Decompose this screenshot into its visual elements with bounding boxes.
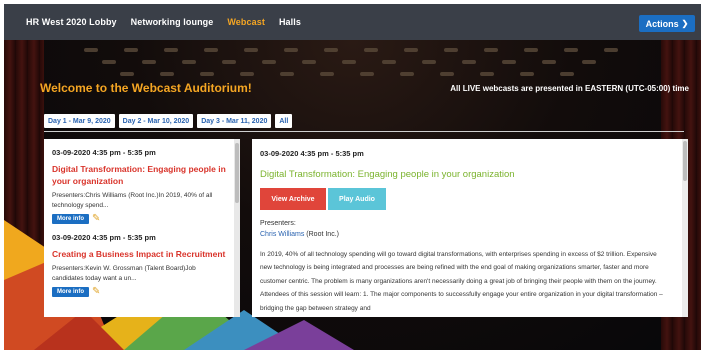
ceiling-light (342, 60, 356, 64)
tab-day-3[interactable]: Day 3 - Mar 11, 2020 (197, 114, 272, 128)
session-title[interactable]: Digital Transformation: Engaging people … (52, 163, 226, 187)
ceiling-light (502, 60, 516, 64)
live-timezone-note: All LIVE webcasts are presented in EASTE… (450, 84, 689, 93)
session-detail: 03-09-2020 4:35 pm - 5:35 pm Digital Tra… (252, 139, 688, 317)
session-actions: More info ✎ (52, 287, 226, 297)
scrollbar-thumb[interactable] (235, 143, 239, 203)
divider (44, 131, 684, 132)
session-time: 03-09-2020 4:35 pm - 5:35 pm (52, 148, 156, 157)
ceiling-light (604, 48, 618, 52)
day-tabs: Day 1 - Mar 9, 2020 Day 2 - Mar 10, 2020… (44, 114, 293, 128)
nav-item-lobby[interactable]: HR West 2020 Lobby (26, 17, 117, 27)
ceiling-light (564, 48, 578, 52)
ceiling-light (302, 60, 316, 64)
actions-button[interactable]: Actions ❯ (639, 15, 695, 32)
ceiling-light (164, 48, 178, 52)
ceiling-light (444, 48, 458, 52)
scrollbar[interactable] (234, 139, 240, 317)
ceiling-light (320, 72, 334, 76)
ceiling-light (124, 48, 138, 52)
ceiling-light (524, 48, 538, 52)
more-info-button[interactable]: More info (52, 287, 89, 297)
ceiling-light (484, 48, 498, 52)
session-description: Presenters:Chris Williams (Root Inc.)In … (52, 192, 213, 209)
ceiling-light (542, 60, 556, 64)
nav-item-halls[interactable]: Halls (279, 17, 301, 27)
ceiling-light (262, 60, 276, 64)
scrollbar[interactable] (682, 139, 688, 317)
ceiling-light (160, 72, 174, 76)
ceiling-light (120, 72, 134, 76)
nav-item-webcast[interactable]: Webcast (227, 17, 265, 27)
ceiling-light (240, 72, 254, 76)
detail-actions: View Archive Play Audio (260, 188, 674, 210)
ceiling-light (364, 48, 378, 52)
tab-day-2[interactable]: Day 2 - Mar 10, 2020 (118, 114, 194, 128)
scrollbar-thumb[interactable] (683, 141, 687, 181)
ceiling-light (520, 72, 534, 76)
session-title[interactable]: Creating a Business Impact in Recruitmen… (52, 248, 226, 260)
session-list[interactable]: 03-09-2020 4:35 pm - 5:35 pm Digital Tra… (44, 139, 240, 317)
ceiling-light (582, 60, 596, 64)
detail-description: In 2019, 40% of all technology spending … (260, 251, 663, 312)
auditorium-stage: Welcome to the Webcast Auditorium! All L… (4, 40, 701, 350)
play-audio-button[interactable]: Play Audio (328, 188, 386, 210)
pencil-icon[interactable]: ✎ (92, 287, 100, 297)
list-item[interactable]: 03-09-2020 4:35 pm - 5:35 pm Creating a … (44, 233, 240, 297)
ceiling-light (280, 72, 294, 76)
ceiling-light (404, 48, 418, 52)
ceiling-light (422, 60, 436, 64)
welcome-heading: Welcome to the Webcast Auditorium! (40, 81, 252, 95)
ceiling-light (560, 72, 574, 76)
more-info-button[interactable]: More info (52, 214, 89, 224)
chevron-down-icon: ❯ (681, 19, 689, 28)
ceiling-light (102, 60, 116, 64)
top-navigation: HR West 2020 Lobby Networking lounge Web… (4, 4, 701, 40)
ceiling-light (382, 60, 396, 64)
nav-item-networking-lounge[interactable]: Networking lounge (131, 17, 214, 27)
ceiling-light (462, 60, 476, 64)
list-item[interactable]: 03-09-2020 4:35 pm - 5:35 pm Digital Tra… (44, 148, 240, 224)
tab-all[interactable]: All (275, 114, 293, 128)
ceiling-light (84, 48, 98, 52)
tab-day-1[interactable]: Day 1 - Mar 9, 2020 (44, 114, 115, 128)
ceiling-light (200, 72, 214, 76)
ceiling-light (142, 60, 156, 64)
session-time: 03-09-2020 4:35 pm - 5:35 pm (52, 233, 156, 242)
ceiling-light (244, 48, 258, 52)
ceiling-light (324, 48, 338, 52)
app-frame: HR West 2020 Lobby Networking lounge Web… (4, 4, 701, 350)
ceiling-light (204, 48, 218, 52)
ceiling-light (440, 72, 454, 76)
ceiling-light (222, 60, 236, 64)
ceiling-light (360, 72, 374, 76)
detail-title: Digital Transformation: Engaging people … (260, 169, 515, 180)
presenter-org: (Root Inc.) (304, 231, 339, 238)
ceiling-light (284, 48, 298, 52)
session-actions: More info ✎ (52, 214, 226, 224)
actions-label: Actions (645, 18, 679, 29)
ceiling-light (182, 60, 196, 64)
detail-time: 03-09-2020 4:35 pm - 5:35 pm (260, 149, 364, 158)
pencil-icon[interactable]: ✎ (92, 214, 100, 224)
presenter: Chris Williams (Root Inc.) (260, 231, 674, 238)
ceiling-light (480, 72, 494, 76)
presenters-label: Presenters: (260, 220, 296, 227)
session-description: Presenters:Kevin W. Grossman (Talent Boa… (52, 265, 196, 282)
view-archive-button[interactable]: View Archive (260, 188, 326, 210)
ceiling-light (400, 72, 414, 76)
presenter-link[interactable]: Chris Williams (260, 231, 304, 238)
